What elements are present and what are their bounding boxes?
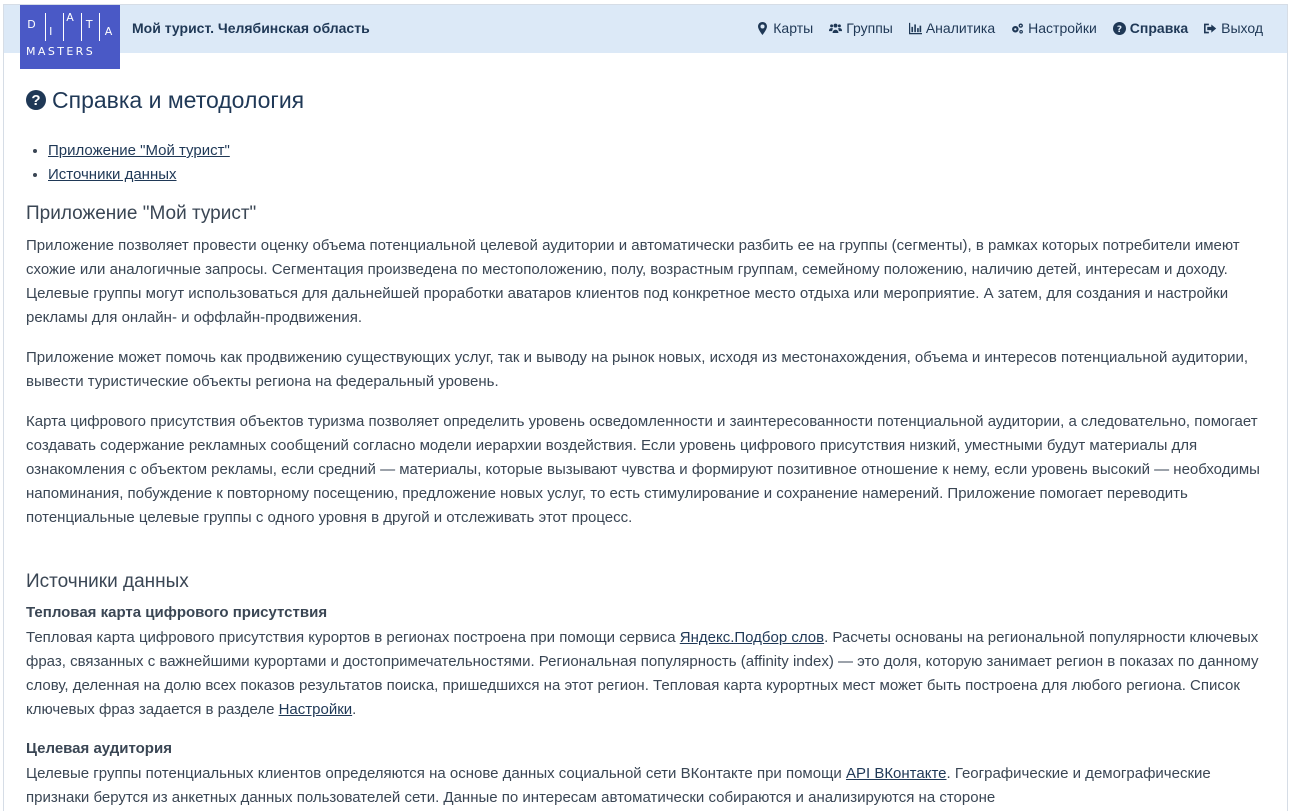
logo-letter: T xyxy=(85,18,93,31)
logo-letter: A xyxy=(104,25,113,38)
logo-letter: D xyxy=(27,18,36,31)
nav-item-label: Карты xyxy=(773,20,814,36)
link-vk-api[interactable]: API ВКонтакте xyxy=(846,765,947,782)
section-heading-app: Приложение "Мой турист" xyxy=(26,203,257,224)
nav-item-settings[interactable]: Настройки xyxy=(1011,20,1097,36)
bar-chart-icon xyxy=(908,22,922,34)
nav-item-label: Справка xyxy=(1129,20,1189,36)
question-circle-icon: ? xyxy=(1112,21,1126,35)
section-heading-sources: Источники данных xyxy=(26,571,189,592)
main-nav: Карты Группы Аналитика Настройки ? Справ… xyxy=(756,20,1263,36)
nav-item-help[interactable]: ? Справка xyxy=(1112,20,1189,36)
page-title: ? Справка и методология xyxy=(26,85,1271,115)
logo-letter: A xyxy=(66,11,74,24)
text: Тепловая карта цифрового присутствия кур… xyxy=(26,629,680,646)
text: . xyxy=(352,701,357,718)
paragraph: Приложение может помочь как продвижению … xyxy=(26,349,1249,390)
nav-item-maps[interactable]: Карты xyxy=(756,20,813,36)
link-yandex-wordstat[interactable]: Яндекс.Подбор слов xyxy=(680,629,824,646)
nav-item-label: Выход xyxy=(1221,20,1263,36)
app-brand-title[interactable]: Мой турист. Челябинская область xyxy=(132,20,370,36)
logo-text: MASTERS xyxy=(26,45,96,58)
nav-item-label: Аналитика xyxy=(925,20,996,36)
table-of-contents: Приложение "Мой турист" Источники данных xyxy=(48,139,230,187)
top-navbar: D I A T A MASTERS Мой турист. Челябинска… xyxy=(4,5,1287,69)
subheading-heatmap: Тепловая карта цифрового присутствия xyxy=(26,604,328,621)
main-content: ? Справка и методология Приложение "Мой … xyxy=(26,85,1271,806)
toc-item: Источники данных xyxy=(48,163,230,187)
paragraph-heatmap: Тепловая карта цифрового присутствия кур… xyxy=(26,626,1268,722)
text: Целевые группы потенциальных клиентов оп… xyxy=(26,765,846,782)
nav-item-groups[interactable]: Группы xyxy=(829,20,893,36)
nav-item-logout[interactable]: Выход xyxy=(1204,20,1263,36)
question-circle-icon: ? xyxy=(26,90,46,110)
paragraph: Приложение позволяет провести оценку объ… xyxy=(26,237,1240,326)
paragraph: Карта цифрового присутствия объектов тур… xyxy=(26,413,1260,526)
cogs-icon xyxy=(1012,22,1024,34)
link-settings[interactable]: Настройки xyxy=(279,701,353,718)
data-masters-logo[interactable]: D I A T A MASTERS xyxy=(20,5,120,69)
nav-item-analytics[interactable]: Аналитика xyxy=(908,20,996,36)
logo-letter: I xyxy=(49,25,53,38)
app-window: D I A T A MASTERS Мой турист. Челябинска… xyxy=(3,4,1288,811)
users-icon xyxy=(829,23,843,33)
svg-text:?: ? xyxy=(1117,24,1122,34)
nav-item-label: Группы xyxy=(846,20,893,36)
toc-link-sources[interactable]: Источники данных xyxy=(48,166,177,183)
subheading-audience: Целевая аудитория xyxy=(26,740,172,757)
sign-out-icon xyxy=(1204,23,1217,33)
map-marker-icon xyxy=(758,21,768,35)
nav-item-label: Настройки xyxy=(1028,20,1097,36)
toc-link-app[interactable]: Приложение "Мой турист" xyxy=(48,142,230,159)
toc-item: Приложение "Мой турист" xyxy=(48,139,230,163)
paragraph-audience: Целевые группы потенциальных клиентов оп… xyxy=(26,762,1268,810)
page-title-text: Справка и методология xyxy=(52,86,305,113)
